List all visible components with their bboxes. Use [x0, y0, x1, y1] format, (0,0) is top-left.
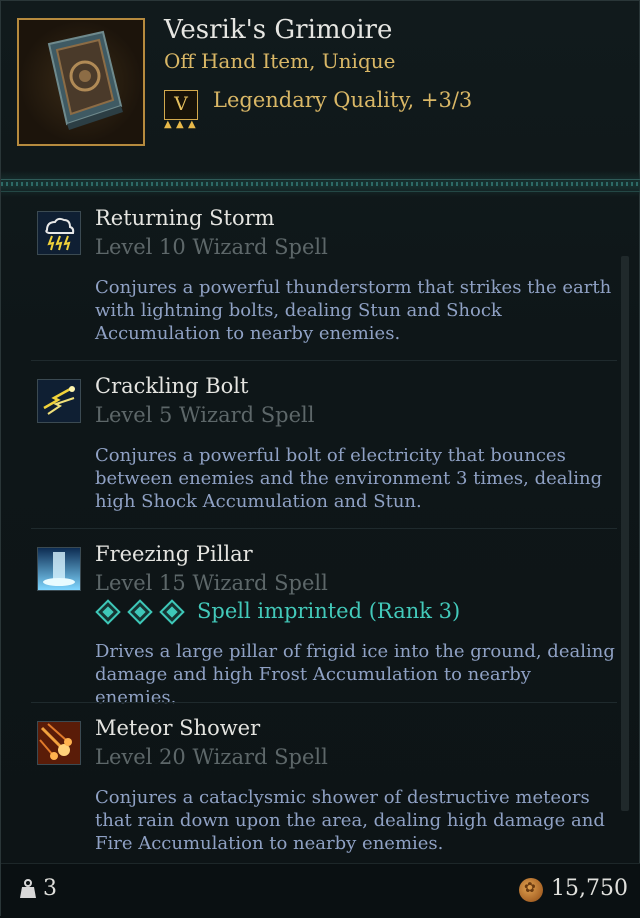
quality-text: Legendary Quality, +3/3 — [213, 88, 473, 112]
imprint-diamond-icon — [159, 599, 185, 625]
star-icon: ▲ — [188, 119, 196, 130]
quality-badge-label: V — [174, 93, 188, 115]
spell-level: Level 10 Wizard Spell — [95, 235, 328, 259]
grimoire-book-icon — [17, 18, 145, 146]
spell-description: Conjures a powerful bolt of electricity … — [95, 445, 603, 512]
star-icon: ▲ — [164, 119, 172, 130]
spell-level: Level 20 Wizard Spell — [95, 745, 328, 769]
meteor-icon — [37, 721, 81, 765]
imprint-diamond-icon — [95, 599, 121, 625]
imprint-diamond-icon — [127, 599, 153, 625]
tooltip-scrollbar[interactable] — [621, 256, 629, 811]
spell-description: Conjures a cataclysmic shower of destruc… — [95, 787, 605, 854]
spell-level: Level 15 Wizard Spell — [95, 571, 328, 595]
lightning-bolt-icon — [37, 379, 81, 423]
spell-name: Meteor Shower — [95, 716, 261, 740]
tooltip-header: Vesrik's Grimoire Off Hand Item, Unique … — [1, 1, 640, 171]
item-title: Vesrik's Grimoire — [164, 15, 393, 45]
gold-coin-icon — [519, 878, 543, 902]
divider-line — [1, 191, 640, 192]
tooltip-footer: 3 15,750 — [1, 863, 640, 918]
quality-badge: V — [164, 90, 198, 120]
divider-line — [1, 179, 640, 180]
spell-separator — [31, 528, 617, 529]
spell-description: Drives a large pillar of frigid ice into… — [95, 641, 615, 708]
spell-name: Freezing Pillar — [95, 542, 253, 566]
quality-stars: ▲ ▲ ▲ — [164, 120, 200, 130]
spell-level: Level 5 Wizard Spell — [95, 403, 315, 427]
star-icon: ▲ — [176, 119, 184, 130]
spell-name: Crackling Bolt — [95, 374, 249, 398]
storm-cloud-icon — [37, 211, 81, 255]
spell-description: Conjures a powerful thunderstorm that st… — [95, 277, 612, 344]
header-divider — [1, 171, 640, 197]
item-value: 15,750 — [551, 876, 628, 901]
weight-icon — [19, 879, 37, 899]
spell-separator — [31, 360, 617, 361]
item-type: Off Hand Item, Unique — [164, 49, 396, 73]
imprint-label: Spell imprinted (Rank 3) — [197, 599, 461, 623]
spell-separator — [31, 702, 617, 703]
item-weight: 3 — [43, 876, 57, 901]
ice-pillar-icon — [37, 547, 81, 591]
item-tooltip: Vesrik's Grimoire Off Hand Item, Unique … — [0, 0, 640, 918]
spell-name: Returning Storm — [95, 206, 275, 230]
